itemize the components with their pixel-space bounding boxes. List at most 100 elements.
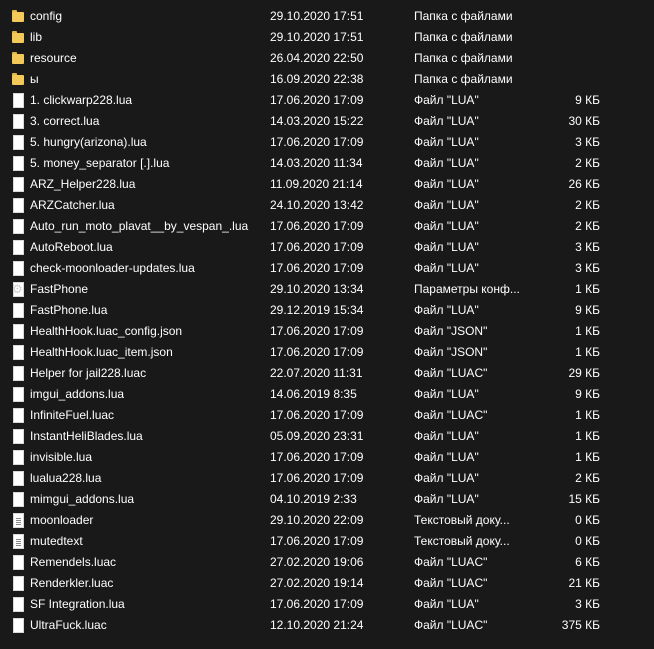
file-size: 21 КБ <box>568 576 600 590</box>
file-date-modified: 17.06.2020 17:09 <box>270 450 364 464</box>
file-type: Файл "LUAC" <box>414 618 488 632</box>
file-row[interactable]: FastPhone.lua 29.12.2019 15:34 Файл "LUA" 9… <box>0 300 654 321</box>
file-type: Файл "LUA" <box>414 219 479 233</box>
file-icon <box>12 345 24 360</box>
file-type: Файл "LUA" <box>414 597 479 611</box>
file-name: AutoReboot.lua <box>30 240 113 254</box>
file-date-modified: 14.06.2019 8:35 <box>270 387 357 401</box>
file-type: Файл "LUA" <box>414 450 479 464</box>
file-size: 30 КБ <box>568 114 600 128</box>
file-date-modified: 17.06.2020 17:09 <box>270 135 364 149</box>
file-size: 1 КБ <box>575 324 600 338</box>
file-type: Текстовый доку... <box>414 534 510 548</box>
file-row[interactable]: InstantHeliBlades.lua 05.09.2020 23:31 Фай… <box>0 426 654 447</box>
folder-icon <box>12 9 24 24</box>
file-date-modified: 27.02.2020 19:14 <box>270 576 364 590</box>
file-type: Файл "LUA" <box>414 93 479 107</box>
file-icon <box>12 597 24 612</box>
file-icon <box>12 366 24 381</box>
file-date-modified: 17.06.2020 17:09 <box>270 240 364 254</box>
file-date-modified: 17.06.2020 17:09 <box>270 219 364 233</box>
file-name: 1. clickwarp228.lua <box>30 93 133 107</box>
file-size: 2 КБ <box>575 219 600 233</box>
file-date-modified: 29.10.2020 22:09 <box>270 513 364 527</box>
file-size: 3 КБ <box>575 240 600 254</box>
file-size: 9 КБ <box>575 93 600 107</box>
file-type: Папка с файлами <box>414 30 513 44</box>
file-row[interactable]: 5. money_separator [.].lua 14.03.2020 11:… <box>0 153 654 174</box>
file-icon <box>12 303 24 318</box>
file-row[interactable]: ы 16.09.2020 22:38 Папка с файлами <box>0 69 654 90</box>
file-name: Auto_run_moto_plavat__by_vespan_.lua <box>30 219 249 233</box>
file-date-modified: 16.09.2020 22:38 <box>270 72 364 86</box>
file-row[interactable]: Auto_run_moto_plavat__by_vespan_.lua 17.0… <box>0 216 654 237</box>
file-date-modified: 11.09.2020 21:14 <box>270 177 363 191</box>
file-icon <box>12 177 24 192</box>
file-name: lualua228.lua <box>30 471 102 485</box>
file-size: 29 КБ <box>568 366 600 380</box>
file-type: Файл "LUA" <box>414 240 479 254</box>
file-size: 1 КБ <box>575 282 600 296</box>
file-type: Папка с файлами <box>414 51 513 65</box>
file-name: check-moonloader-updates.lua <box>30 261 195 275</box>
file-row[interactable]: Helper for jail228.luac 22.07.2020 11:31 Ф… <box>0 363 654 384</box>
file-name: 5. money_separator [.].lua <box>30 156 170 170</box>
file-size: 9 КБ <box>575 303 600 317</box>
file-date-modified: 17.06.2020 17:09 <box>270 93 364 107</box>
file-type: Файл "LUA" <box>414 198 479 212</box>
file-name: HealthHook.luac_config.json <box>30 324 183 338</box>
file-row[interactable]: lualua228.lua 17.06.2020 17:09 Файл "LUA" 2… <box>0 468 654 489</box>
file-type: Текстовый доку... <box>414 513 510 527</box>
file-row[interactable]: Remendels.luac 27.02.2020 19:06 Файл "LUAC… <box>0 552 654 573</box>
file-row[interactable]: resource 26.04.2020 22:50 Папка с файлами <box>0 48 654 69</box>
file-icon <box>12 429 24 444</box>
file-row[interactable]: mutedtext 17.06.2020 17:09 Текстовый доку.… <box>0 531 654 552</box>
file-row[interactable]: HealthHook.luac_config.json 17.06.2020 17… <box>0 321 654 342</box>
file-row[interactable]: ⚙ FastPhone 29.10.2020 13:34 Параметры конф… <box>0 279 654 300</box>
file-name: Renderkler.luac <box>30 576 114 590</box>
file-type: Файл "LUAC" <box>414 366 488 380</box>
file-row[interactable]: check-moonloader-updates.lua 17.06.2020 1… <box>0 258 654 279</box>
file-size: 2 КБ <box>575 198 600 212</box>
file-row[interactable]: moonloader 29.10.2020 22:09 Текстовый доку… <box>0 510 654 531</box>
file-date-modified: 17.06.2020 17:09 <box>270 471 364 485</box>
file-type: Файл "LUA" <box>414 177 479 191</box>
file-date-modified: 17.06.2020 17:09 <box>270 345 364 359</box>
file-date-modified: 29.12.2019 15:34 <box>270 303 364 317</box>
folder-icon <box>12 51 24 66</box>
file-name: Remendels.luac <box>30 555 117 569</box>
file-size: 3 КБ <box>575 597 600 611</box>
file-type: Файл "LUA" <box>414 114 479 128</box>
file-row[interactable]: 3. correct.lua 14.03.2020 15:22 Файл "LUA"… <box>0 111 654 132</box>
file-type: Файл "LUA" <box>414 471 479 485</box>
file-size: 15 КБ <box>568 492 600 506</box>
file-row[interactable]: 5. hungry(arizona).lua 17.06.2020 17:09 Фа… <box>0 132 654 153</box>
file-row[interactable]: invisible.lua 17.06.2020 17:09 Файл "LUA" 1… <box>0 447 654 468</box>
file-row[interactable]: InfiniteFuel.luac 17.06.2020 17:09 Файл "L… <box>0 405 654 426</box>
file-icon <box>12 471 24 486</box>
file-row[interactable]: mimgui_addons.lua 04.10.2019 2:33 Файл "LU… <box>0 489 654 510</box>
file-row[interactable]: SF Integration.lua 17.06.2020 17:09 Файл "… <box>0 594 654 615</box>
file-type: Файл "LUA" <box>414 303 479 317</box>
file-type: Файл "LUAC" <box>414 555 488 569</box>
file-row[interactable]: ARZCatcher.lua 24.10.2020 13:42 Файл "LUA"… <box>0 195 654 216</box>
file-row[interactable]: config 29.10.2020 17:51 Папка с файлами <box>0 6 654 27</box>
file-name: ARZCatcher.lua <box>30 198 115 212</box>
file-row[interactable]: AutoReboot.lua 17.06.2020 17:09 Файл "LUA"… <box>0 237 654 258</box>
file-name: invisible.lua <box>30 450 93 464</box>
file-row[interactable]: HealthHook.luac_item.json 17.06.2020 17:0… <box>0 342 654 363</box>
file-row[interactable]: Renderkler.luac 27.02.2020 19:14 Файл "LUA… <box>0 573 654 594</box>
file-name: ARZ_Helper228.lua <box>30 177 136 191</box>
file-name: lib <box>30 30 43 44</box>
file-row[interactable]: imgui_addons.lua 14.06.2019 8:35 Файл "LUA… <box>0 384 654 405</box>
file-row[interactable]: ARZ_Helper228.lua 11.09.2020 21:14 Файл "L… <box>0 174 654 195</box>
file-date-modified: 17.06.2020 17:09 <box>270 597 364 611</box>
file-name: UltraFuck.luac <box>30 618 107 632</box>
file-row[interactable]: 1. clickwarp228.lua 17.06.2020 17:09 Файл … <box>0 90 654 111</box>
file-row[interactable]: UltraFuck.luac 12.10.2020 21:24 Файл "LUAC… <box>0 615 654 636</box>
file-list: config 29.10.2020 17:51 Папка с файлами lib… <box>0 6 654 636</box>
file-icon <box>12 93 24 108</box>
file-row[interactable]: lib 29.10.2020 17:51 Папка с файлами <box>0 27 654 48</box>
file-icon <box>12 387 24 402</box>
file-type: Файл "LUA" <box>414 135 479 149</box>
